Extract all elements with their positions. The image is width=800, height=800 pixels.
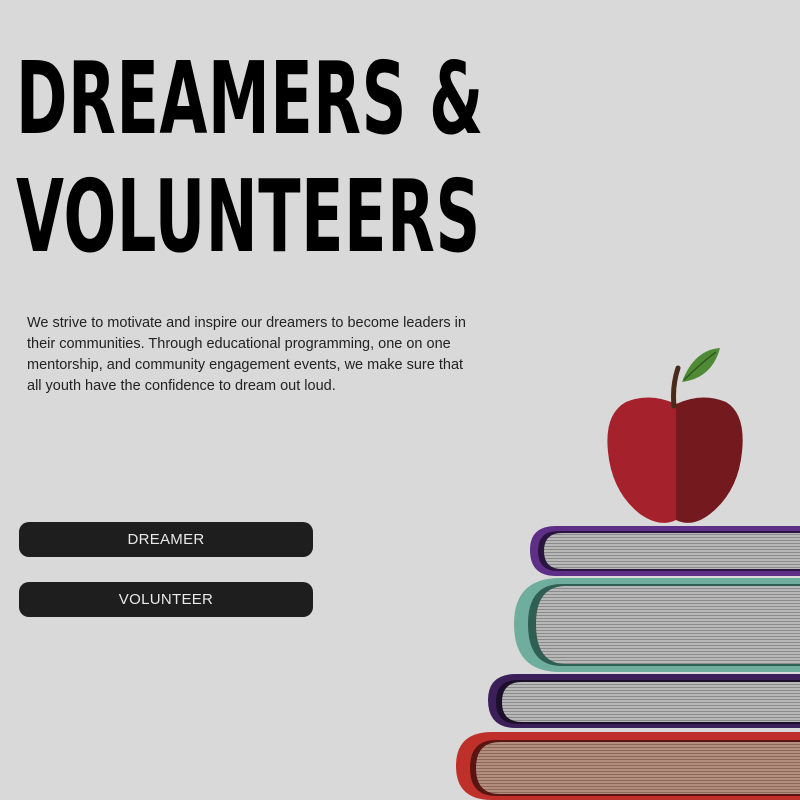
book-purple: [530, 526, 800, 576]
book-red: [456, 732, 800, 800]
intro-paragraph: We strive to motivate and inspire our dr…: [27, 315, 466, 394]
apple-icon: [607, 348, 743, 523]
page-title: DREAMERS & VOLUNTEERS: [16, 40, 484, 276]
page-title-line-2: VOLUNTEERS: [16, 158, 481, 275]
book-teal: [514, 578, 800, 672]
page: DREAMERS & VOLUNTEERS We strive to motiv…: [0, 0, 800, 800]
page-title-line-1: DREAMERS &: [16, 40, 484, 157]
book-dark-purple: [488, 674, 800, 728]
volunteer-button[interactable]: VOLUNTEER: [19, 582, 313, 617]
apple-on-books-icon: [456, 348, 800, 800]
dreamer-button[interactable]: DREAMER: [19, 522, 313, 557]
